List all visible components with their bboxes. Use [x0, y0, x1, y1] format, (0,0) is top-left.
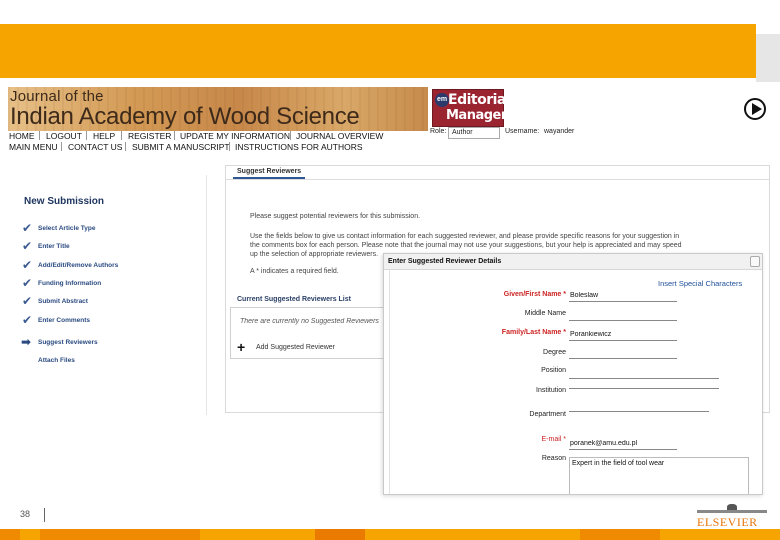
strip-segment	[660, 529, 780, 540]
reviewer-details-dialog: Enter Suggested Reviewer Details Insert …	[383, 253, 763, 495]
top-orange-bar	[0, 24, 756, 78]
submission-steps-panel: New Submission ✔ Select Article Type ✔ E…	[21, 196, 119, 364]
plus-icon: +	[237, 339, 246, 355]
nav-submit-manuscript[interactable]: SUBMIT A MANUSCRIPT	[132, 142, 230, 152]
nav-separator	[121, 131, 122, 140]
current-reviewers-box	[230, 307, 390, 359]
em-logo-text-1: Editorial	[448, 92, 511, 108]
nav-instructions-authors[interactable]: INSTRUCTIONS FOR AUTHORS	[235, 142, 363, 152]
instructions-text-2c: up the selection of appropriate reviewer…	[250, 251, 379, 258]
middle-name-label: Middle Name	[524, 310, 566, 317]
strip-segment	[580, 529, 660, 540]
nav-separator	[290, 131, 291, 140]
email-input[interactable]	[569, 438, 677, 450]
dialog-title: Enter Suggested Reviewer Details	[388, 258, 502, 265]
degree-input[interactable]	[569, 347, 677, 359]
middle-name-input[interactable]	[569, 309, 677, 321]
nav-journal-overview[interactable]: JOURNAL OVERVIEW	[296, 131, 383, 141]
tab-suggest-reviewers[interactable]: Suggest Reviewers	[233, 165, 306, 179]
elsevier-wordmark: ELSEVIER	[697, 515, 758, 529]
current-reviewers-title: Current Suggested Reviewers List	[237, 296, 351, 303]
checkmark-icon: ✔	[22, 239, 33, 253]
top-bar-shadow	[756, 34, 780, 82]
role-select[interactable]: Author	[448, 127, 500, 139]
reason-label: Reason	[541, 455, 566, 462]
footer-divider	[44, 508, 45, 522]
strip-segment	[200, 529, 315, 540]
slide: Journal of the Indian Academy of Wood Sc…	[0, 0, 780, 540]
dialog-title-bar: Enter Suggested Reviewer Details	[384, 254, 762, 270]
last-name-input[interactable]	[569, 329, 677, 341]
strip-segment	[0, 529, 20, 540]
email-label: E-mail *	[541, 436, 566, 443]
last-name-label: Family/Last Name *	[501, 329, 566, 336]
role-label: Role:	[430, 128, 447, 135]
strip-segment	[40, 529, 200, 540]
instructions-text-2a: Use the fields below to give us contact …	[250, 233, 680, 240]
department-input[interactable]	[569, 400, 709, 412]
slide-page-number: 38	[20, 509, 31, 519]
nav-help[interactable]: HELP	[93, 131, 115, 141]
editorial-manager-logo: em Editorial Manager	[432, 89, 511, 127]
first-name-label: Given/First Name *	[503, 291, 566, 298]
elsevier-logo: ELSEVIER	[697, 504, 767, 529]
no-reviewers-message: There are currently no Suggested Reviewe…	[240, 318, 379, 325]
bottom-color-strip	[0, 529, 780, 540]
nav-separator	[229, 142, 230, 151]
new-submission-heading: New Submission	[24, 196, 105, 207]
dialog-left-edge	[384, 270, 390, 494]
tab-underline	[225, 179, 770, 180]
institution-input[interactable]	[569, 377, 719, 389]
nav-separator	[39, 131, 40, 140]
panel-divider	[206, 175, 207, 415]
department-label: Department	[529, 411, 566, 418]
instructions-text-2b: the comments box for each person. Please…	[250, 242, 682, 249]
username-value: wayander	[544, 128, 575, 135]
instructions-text-1: Please suggest potential reviewers for t…	[250, 213, 421, 220]
nav-separator	[125, 142, 126, 151]
checkmark-icon: ✔	[22, 276, 33, 290]
nav-separator	[174, 131, 175, 140]
degree-label: Degree	[543, 349, 566, 356]
em-badge-icon: em	[435, 93, 449, 107]
insert-special-characters-link[interactable]: Insert Special Characters	[658, 279, 742, 288]
username-label: Username:	[505, 128, 540, 135]
required-field-note: A * indicates a required field.	[250, 268, 339, 275]
checkmark-icon: ✔	[22, 313, 33, 327]
nav-logout[interactable]: LOGOUT	[46, 131, 82, 141]
em-logo-text-2: Manager	[446, 108, 507, 123]
institution-label: Institution	[536, 387, 566, 394]
elsevier-logo-bar	[697, 510, 767, 513]
nav-home[interactable]: HOME	[9, 131, 35, 141]
play-icon	[752, 103, 762, 115]
nav-main-menu[interactable]: MAIN MENU	[9, 142, 58, 152]
strip-segment	[315, 529, 365, 540]
nav-register[interactable]: REGISTER	[128, 131, 171, 141]
position-label: Position	[541, 367, 566, 374]
strip-segment	[365, 529, 580, 540]
checkmark-icon: ✔	[22, 221, 33, 235]
journal-title-line2: Indian Academy of Wood Science	[10, 103, 360, 130]
nav-separator	[86, 131, 87, 140]
journal-banner: Journal of the Indian Academy of Wood Sc…	[8, 87, 428, 131]
first-name-input[interactable]	[569, 290, 677, 302]
current-step-arrow-icon: ➡	[21, 335, 32, 349]
checkmark-icon: ✔	[22, 258, 33, 272]
nav-separator	[61, 142, 62, 151]
nav-contact-us[interactable]: CONTACT US	[68, 142, 122, 152]
nav-update-info[interactable]: UPDATE MY INFORMATION	[180, 131, 290, 141]
checkmark-icon: ✔	[22, 294, 33, 308]
reason-textarea[interactable]: Expert in the field of tool wear	[569, 457, 749, 494]
strip-segment	[20, 529, 40, 540]
play-button[interactable]	[744, 98, 766, 120]
dialog-close-button[interactable]	[750, 256, 760, 267]
